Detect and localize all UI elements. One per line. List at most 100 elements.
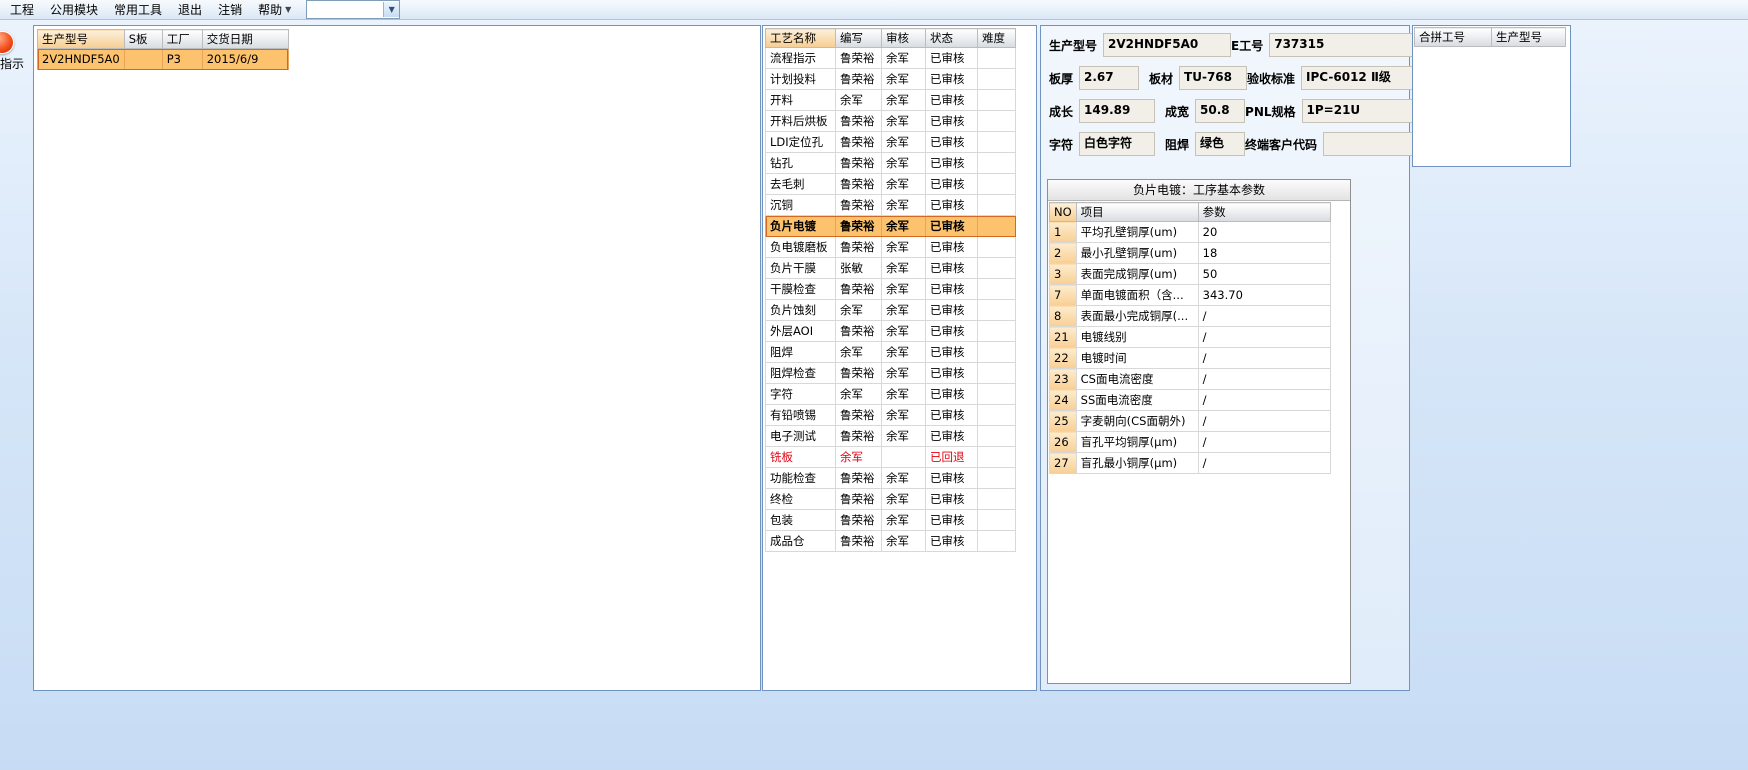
- process-row[interactable]: LDI定位孔 鲁荣裕 余军 已审核: [765, 131, 1016, 153]
- field-model-value[interactable]: 2V2HNDF5A0: [1103, 33, 1232, 57]
- process-row[interactable]: 流程指示 鲁荣裕 余军 已审核: [765, 47, 1016, 69]
- process-row[interactable]: 去毛刺 鲁荣裕 余军 已审核: [765, 173, 1016, 195]
- process-row-cell: 成品仓: [765, 530, 836, 552]
- field-standard-value[interactable]: IPC-6012 Ⅱ级: [1301, 66, 1420, 90]
- menu-item-common-modules[interactable]: 公用模块: [42, 0, 106, 19]
- indicator-label[interactable]: 指示: [0, 55, 24, 72]
- orders-col-factory[interactable]: 工厂: [161, 29, 203, 49]
- param-row-cell: 343.70: [1197, 284, 1331, 306]
- merge-col-model[interactable]: 生产型号: [1491, 27, 1566, 47]
- process-row-cell: [977, 530, 1016, 552]
- field-soldermask-value[interactable]: 绿色: [1195, 132, 1246, 156]
- order-row[interactable]: 2V2HNDF5A0 P3 2015/6/9: [37, 48, 289, 70]
- process-col-name[interactable]: 工艺名称: [765, 28, 836, 48]
- process-row-cell: 余军: [881, 194, 926, 216]
- process-row[interactable]: 沉铜 鲁荣裕 余军 已审核: [765, 194, 1016, 216]
- param-row-cell: 3: [1049, 263, 1077, 285]
- menu-item-exit[interactable]: 退出: [170, 0, 210, 19]
- process-row[interactable]: 铣板 余军 已回退: [765, 446, 1016, 468]
- process-row[interactable]: 负电镀磨板 鲁荣裕 余军 已审核: [765, 236, 1016, 258]
- process-row[interactable]: 包装 鲁荣裕 余军 已审核: [765, 509, 1016, 531]
- field-length-value[interactable]: 149.89: [1079, 99, 1156, 123]
- process-row[interactable]: 负片蚀刻 余军 余军 已审核: [765, 299, 1016, 321]
- process-row-cell: LDI定位孔: [765, 131, 836, 153]
- field-material-value[interactable]: TU-768: [1179, 66, 1248, 90]
- process-row-cell: 余军: [881, 404, 926, 426]
- field-eno-value[interactable]: 737315: [1269, 33, 1416, 57]
- process-row-cell: 包装: [765, 509, 836, 531]
- params-col-no[interactable]: NO: [1049, 202, 1077, 222]
- process-row[interactable]: 成品仓 鲁荣裕 余军 已审核: [765, 530, 1016, 552]
- process-row[interactable]: 字符 余军 余军 已审核: [765, 383, 1016, 405]
- process-row[interactable]: 终检 鲁荣裕 余军 已审核: [765, 488, 1016, 510]
- orders-header-row: 生产型号 S板 工厂 交货日期: [37, 29, 289, 49]
- process-row[interactable]: 干膜检查 鲁荣裕 余军 已审核: [765, 278, 1016, 300]
- process-col-status[interactable]: 状态: [925, 28, 978, 48]
- field-silkscreen-value[interactable]: 白色字符: [1079, 132, 1156, 156]
- menu-item-help[interactable]: 帮助: [250, 0, 290, 19]
- process-row[interactable]: 开料后烘板 鲁荣裕 余军 已审核: [765, 110, 1016, 132]
- param-row[interactable]: 3 表面完成铜厚(um) 50: [1049, 263, 1331, 285]
- field-standard: 验收标准 IPC-6012 Ⅱ级: [1247, 66, 1420, 90]
- param-row[interactable]: 8 表面最小完成铜厚(... /: [1049, 305, 1331, 327]
- params-col-item[interactable]: 项目: [1075, 202, 1199, 222]
- order-row-cell: [123, 48, 163, 70]
- process-row[interactable]: 功能检查 鲁荣裕 余军 已审核: [765, 467, 1016, 489]
- process-col-reviewer[interactable]: 审核: [881, 28, 926, 48]
- field-width-value[interactable]: 50.8: [1195, 99, 1246, 123]
- process-row-cell: 已审核: [925, 68, 978, 90]
- orders-col-model[interactable]: 生产型号: [37, 29, 125, 49]
- process-row-cell: 已审核: [925, 173, 978, 195]
- process-row-cell: 计划投料: [765, 68, 836, 90]
- process-row[interactable]: 电子测试 鲁荣裕 余军 已审核: [765, 425, 1016, 447]
- process-row-cell: 负片蚀刻: [765, 299, 836, 321]
- process-row[interactable]: 有铅喷锡 鲁荣裕 余军 已审核: [765, 404, 1016, 426]
- orders-col-delivery-date[interactable]: 交货日期: [201, 29, 289, 49]
- field-pnl-value[interactable]: 1P=21U: [1301, 99, 1420, 123]
- field-thickness-value[interactable]: 2.67: [1079, 66, 1140, 90]
- process-row-cell: 鲁荣裕: [835, 173, 882, 195]
- param-row[interactable]: 7 单面电镀面积（含... 343.70: [1049, 284, 1331, 306]
- param-row[interactable]: 22 电镀时间 /: [1049, 347, 1331, 369]
- param-row[interactable]: 1 平均孔壁铜厚(um) 20: [1049, 221, 1331, 243]
- param-row[interactable]: 23 CS面电流密度 /: [1049, 368, 1331, 390]
- process-row-cell: 鲁荣裕: [835, 110, 882, 132]
- process-row-cell: 已审核: [925, 89, 978, 111]
- process-row-cell: 鲁荣裕: [835, 530, 882, 552]
- param-row[interactable]: 24 SS面电流密度 /: [1049, 389, 1331, 411]
- process-col-difficulty[interactable]: 难度: [977, 28, 1016, 48]
- orders-col-sboard[interactable]: S板: [123, 29, 163, 49]
- process-row[interactable]: 外层AOI 鲁荣裕 余军 已审核: [765, 320, 1016, 342]
- field-eno-label: E工号: [1231, 38, 1264, 53]
- process-row[interactable]: 阻焊检查 鲁荣裕 余军 已审核: [765, 362, 1016, 384]
- menu-item-tools[interactable]: 常用工具: [106, 0, 170, 19]
- menu-combobox[interactable]: ▼: [306, 0, 401, 19]
- process-row-cell: 余军: [881, 362, 926, 384]
- process-row[interactable]: 负片电镀 鲁荣裕 余军 已审核: [765, 215, 1016, 237]
- params-col-value[interactable]: 参数: [1197, 202, 1331, 222]
- field-client-code-value[interactable]: [1323, 132, 1420, 156]
- process-row[interactable]: 阻焊 余军 余军 已审核: [765, 341, 1016, 363]
- field-model: 生产型号 2V2HNDF5A0: [1049, 33, 1232, 57]
- param-row[interactable]: 21 电镀线别 /: [1049, 326, 1331, 348]
- process-row[interactable]: 钻孔 鲁荣裕 余军 已审核: [765, 152, 1016, 174]
- param-row-cell: 字麦朝向(CS面朝外): [1075, 410, 1199, 432]
- param-row[interactable]: 26 盲孔平均铜厚(μm) /: [1049, 431, 1331, 453]
- param-row-cell: 21: [1049, 326, 1077, 348]
- process-row-cell: [977, 404, 1016, 426]
- process-col-writer[interactable]: 编写: [835, 28, 882, 48]
- param-row-cell: 盲孔最小铜厚(μm): [1075, 452, 1199, 474]
- menu-item-logout[interactable]: 注销: [210, 0, 250, 19]
- param-row[interactable]: 25 字麦朝向(CS面朝外) /: [1049, 410, 1331, 432]
- merge-col-job-no[interactable]: 合拼工号: [1414, 27, 1492, 47]
- process-row[interactable]: 计划投料 鲁荣裕 余军 已审核: [765, 68, 1016, 90]
- indicator-ball-icon[interactable]: [0, 31, 14, 54]
- param-row[interactable]: 27 盲孔最小铜厚(μm) /: [1049, 452, 1331, 474]
- process-row[interactable]: 负片干膜 张敏 余军 已审核: [765, 257, 1016, 279]
- menu-item-project[interactable]: 工程: [2, 0, 42, 19]
- param-row-cell: 8: [1049, 305, 1077, 327]
- side-tool-strip: 指示: [0, 30, 30, 72]
- process-row-cell: 余军: [881, 530, 926, 552]
- process-row[interactable]: 开料 余军 余军 已审核: [765, 89, 1016, 111]
- param-row[interactable]: 2 最小孔壁铜厚(um) 18: [1049, 242, 1331, 264]
